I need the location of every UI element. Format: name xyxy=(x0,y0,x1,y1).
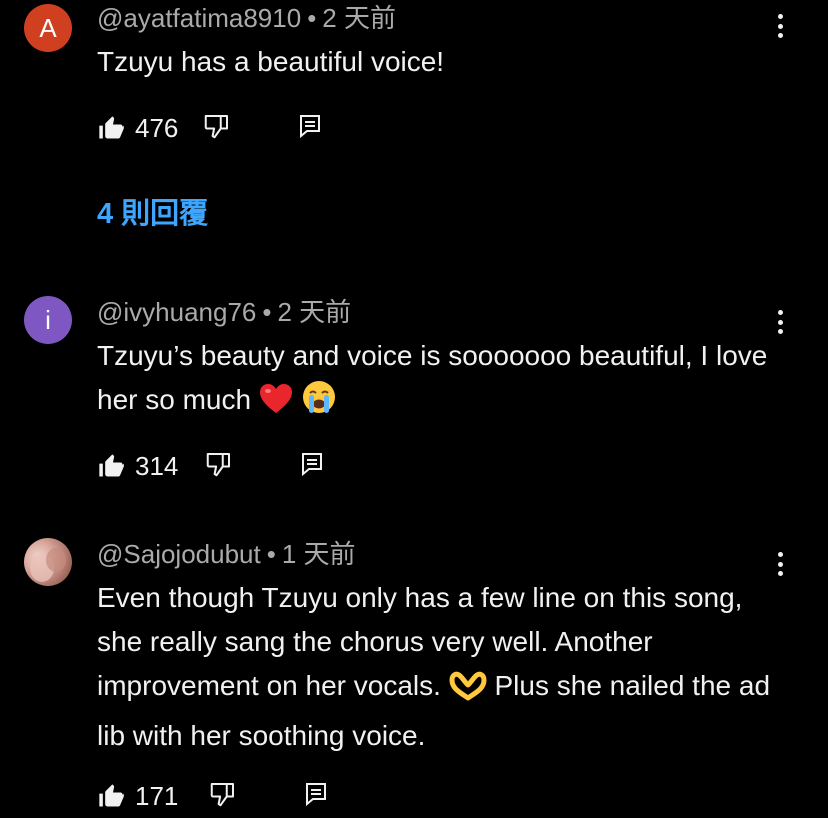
reply-comment-icon xyxy=(298,113,322,144)
like-button[interactable]: 476 xyxy=(97,112,178,144)
like-count: 171 xyxy=(135,781,179,811)
thumbs-down-icon xyxy=(204,449,234,484)
avatar[interactable] xyxy=(24,538,72,586)
comment-username[interactable]: @Sajojodubut xyxy=(97,539,261,569)
comment-username[interactable]: @ayatfatima8910 xyxy=(97,3,301,33)
reply-button[interactable] xyxy=(300,451,324,482)
thumbs-up-icon xyxy=(97,114,125,142)
comment-time[interactable]: 2 天前 xyxy=(278,297,352,327)
comment-time[interactable]: 1 天前 xyxy=(282,539,356,569)
comment-text: Tzuyu’s beauty and voice is sooooooo bea… xyxy=(97,334,777,428)
more-vertical-icon[interactable] xyxy=(770,10,790,42)
dislike-button[interactable] xyxy=(208,779,238,814)
comment-actions: 171 xyxy=(97,778,328,814)
thumbs-down-icon xyxy=(202,111,232,146)
like-button[interactable]: 171 xyxy=(97,780,178,812)
dislike-button[interactable] xyxy=(202,111,232,146)
heart-hands-icon xyxy=(449,670,487,714)
avatar-letter: A xyxy=(39,12,57,43)
comment-actions: 314 xyxy=(97,448,324,484)
avatar[interactable]: A xyxy=(24,4,72,52)
avatar-letter: i xyxy=(45,304,51,335)
comment-meta: @Sajojodubut • 1 天前 xyxy=(97,538,356,570)
comment-text-body: Tzuyu’s beauty and voice is sooooooo bea… xyxy=(97,340,768,415)
like-count: 476 xyxy=(135,113,179,143)
thumbs-down-icon xyxy=(208,779,238,814)
reply-button[interactable] xyxy=(304,781,328,812)
comment-time[interactable]: 2 天前 xyxy=(322,3,396,33)
avatar[interactable]: i xyxy=(24,296,72,344)
avatar-photo xyxy=(30,548,66,582)
reply-comment-icon xyxy=(300,451,324,482)
comment-text: Tzuyu has a beautiful voice! xyxy=(97,46,445,77)
comment-username[interactable]: @ivyhuang76 xyxy=(97,297,256,327)
view-replies-link[interactable]: 4 則回覆 xyxy=(97,196,208,232)
comment-meta: @ivyhuang76 • 2 天前 xyxy=(97,296,351,328)
meta-separator: • xyxy=(262,297,272,327)
thumbs-up-icon xyxy=(97,782,125,810)
red-heart-icon xyxy=(259,383,293,428)
comment-text: Even though Tzuyu only has a few line on… xyxy=(97,576,777,758)
like-button[interactable]: 314 xyxy=(97,450,178,482)
loudly-crying-face-icon xyxy=(301,379,337,428)
comment-actions: 476 xyxy=(97,110,322,146)
reply-button[interactable] xyxy=(298,113,322,144)
comment-meta: @ayatfatima8910 • 2 天前 xyxy=(97,2,396,34)
thumbs-up-icon xyxy=(97,452,125,480)
meta-separator: • xyxy=(307,3,317,33)
meta-separator: • xyxy=(266,539,276,569)
reply-comment-icon xyxy=(304,781,328,812)
like-count: 314 xyxy=(135,451,179,481)
dislike-button[interactable] xyxy=(204,449,234,484)
